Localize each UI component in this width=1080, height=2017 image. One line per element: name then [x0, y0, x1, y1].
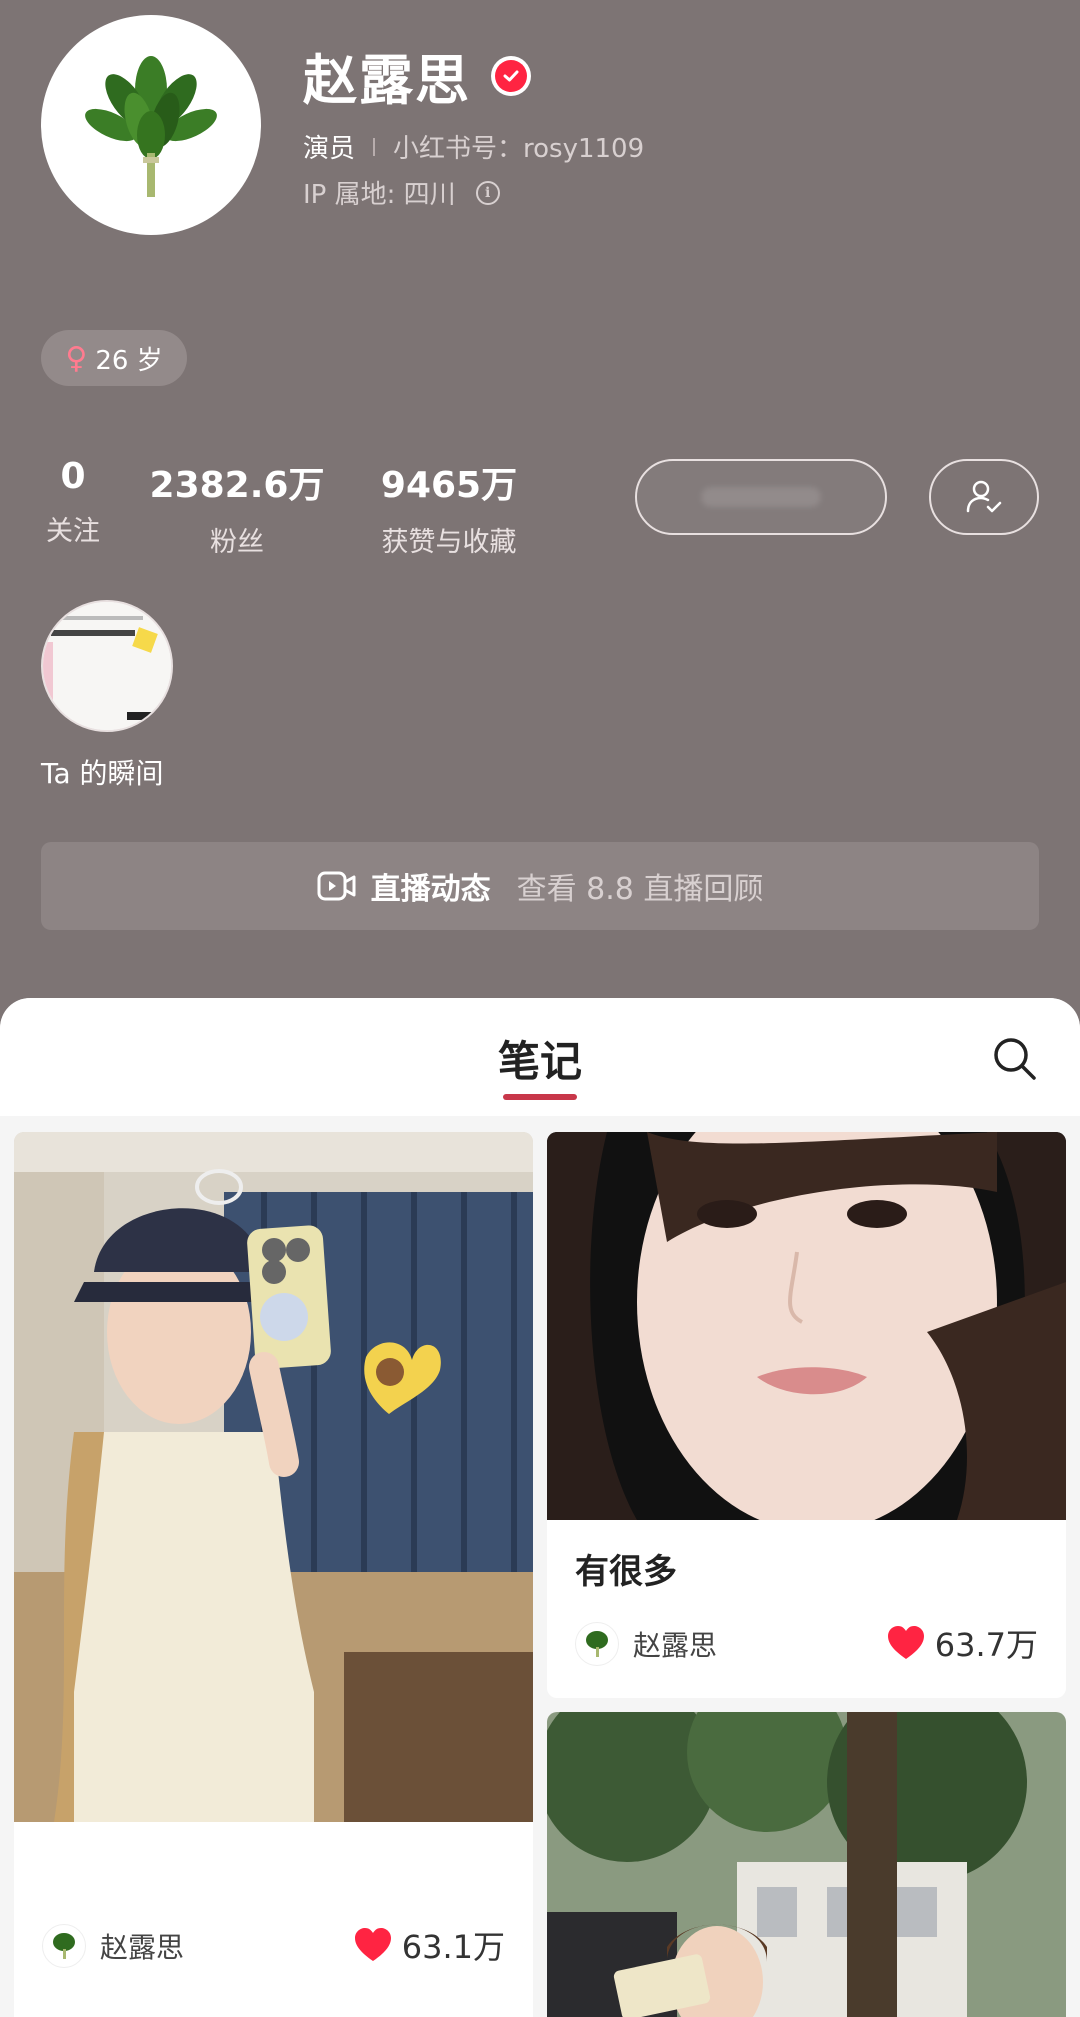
- heart-icon: [887, 1626, 924, 1659]
- rain-cloud-emoji: 🌧: [42, 1852, 101, 1906]
- info-icon[interactable]: i: [475, 180, 500, 205]
- live-subtitle: 查看 8.8 直播回顾: [516, 872, 764, 907]
- note-card[interactable]: 有很多 赵露思 63.7万: [547, 1132, 1066, 1698]
- profile-name: 赵露思: [303, 49, 471, 112]
- like-count-text: 63.7万: [934, 1626, 1038, 1664]
- search-button[interactable]: [990, 1034, 1040, 1084]
- profile-name-row: 赵露思: [303, 36, 531, 115]
- stat-following[interactable]: 0 关注: [41, 456, 105, 548]
- ip-location: IP 属地: 四川 i: [303, 174, 500, 211]
- divider: [373, 137, 376, 156]
- profile-red-id[interactable]: 小红书号：rosy1109: [393, 128, 644, 165]
- avatar[interactable]: [41, 15, 261, 235]
- verified-badge-icon: [491, 55, 531, 96]
- moments-label: Ta 的瞬间: [41, 757, 164, 790]
- author-avatar: [42, 1924, 86, 1968]
- moment-thumbnail[interactable]: [41, 600, 173, 732]
- note-image: [547, 1712, 1066, 2017]
- tab-underline: [503, 1094, 577, 1100]
- note-card[interactable]: 🌧 赵露思 63.1万: [14, 1132, 533, 2017]
- fans-count: 2382.6万: [149, 465, 325, 506]
- note-image: [14, 1132, 533, 1822]
- female-icon: ♀: [65, 340, 88, 376]
- user-check-icon: [966, 480, 1002, 513]
- heart-icon: [354, 1928, 391, 1961]
- stat-likes[interactable]: 9465万 获赞与收藏: [370, 456, 528, 559]
- tab-notes[interactable]: 笔记: [0, 1028, 1080, 1089]
- stat-fans[interactable]: 2382.6万 粉丝: [148, 456, 326, 559]
- follow-button-label: [701, 487, 821, 507]
- note-title: 有很多: [575, 1552, 677, 1592]
- author-name: 赵露思: [633, 1629, 718, 1662]
- search-icon: [994, 1038, 1036, 1080]
- like-count[interactable]: 63.1万: [354, 1922, 505, 1968]
- note-card[interactable]: [547, 1712, 1066, 2017]
- like-count-text: 63.1万: [401, 1928, 505, 1966]
- note-image: [547, 1132, 1066, 1520]
- leaf-bouquet-icon: [85, 56, 217, 197]
- following-count: 0: [60, 456, 86, 497]
- likes-count: 9465万: [380, 465, 518, 506]
- author-name: 赵露思: [100, 1931, 185, 1964]
- live-video-icon: [317, 871, 356, 901]
- live-banner[interactable]: 直播动态 查看 8.8 直播回顾: [41, 842, 1039, 930]
- profile-role: 演员: [303, 134, 356, 164]
- friend-button[interactable]: [929, 459, 1039, 535]
- fans-label: 粉丝: [210, 527, 264, 558]
- age-text: 26 岁: [95, 345, 163, 376]
- live-title: 直播动态: [370, 872, 491, 907]
- note-author[interactable]: 赵露思: [575, 1622, 717, 1666]
- ip-location-text: IP 属地: 四川: [303, 180, 456, 210]
- likes-label: 获赞与收藏: [381, 527, 517, 558]
- follow-button[interactable]: [635, 459, 887, 535]
- like-count[interactable]: 63.7万: [887, 1620, 1038, 1666]
- note-author[interactable]: 赵露思: [42, 1924, 184, 1968]
- author-avatar: [575, 1622, 619, 1666]
- following-label: 关注: [46, 516, 100, 547]
- age-chip: ♀ 26 岁: [41, 330, 187, 386]
- notes-sheet: 笔记 🌧 赵露思 63.1万 有很多 赵露思 63.7万: [0, 998, 1080, 2017]
- notes-tabbar: 笔记: [0, 998, 1080, 1116]
- profile-meta: 演员 小红书号：rosy1109: [303, 128, 644, 165]
- moment-image: [43, 602, 171, 730]
